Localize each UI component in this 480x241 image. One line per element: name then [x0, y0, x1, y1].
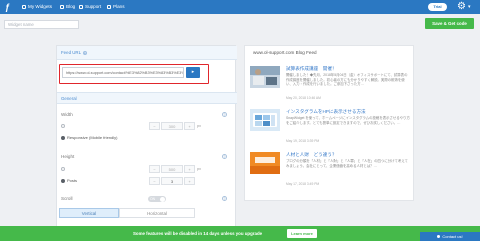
chevron-down-icon[interactable]: ▾	[468, 3, 471, 11]
posts-increment[interactable]: +	[184, 177, 195, 185]
width-manual-radio[interactable]	[61, 124, 65, 128]
height-help-icon[interactable]: ?	[222, 154, 227, 159]
feed-item-thumbnail	[250, 109, 280, 131]
width-help-icon[interactable]: ?	[222, 112, 227, 117]
width-increment[interactable]: +	[184, 122, 195, 130]
upgrade-bar: Some features will be disabled in 14 day…	[0, 226, 480, 241]
top-bar: ƒ My Widgets Blog Support Plans Trial ⚙ …	[0, 0, 480, 14]
height-value[interactable]: 500	[161, 165, 183, 173]
vertical-option[interactable]: Vertical	[59, 208, 119, 218]
posts-value[interactable]: 3	[161, 177, 183, 185]
scroll-toggle-label: ON	[150, 197, 156, 201]
height-decrement[interactable]: −	[149, 165, 160, 173]
trial-badge[interactable]: Trial	[428, 3, 447, 11]
learn-more-button[interactable]: Learn more	[287, 229, 317, 238]
posts-decrement[interactable]: −	[149, 177, 160, 185]
feed-url-heading: Feed URL	[61, 50, 81, 55]
feed-item[interactable]: 試算表作成講座 開催！ 開催しました！◆先月、2018年5月04日（金）オフィス…	[250, 66, 410, 104]
height-posts-label: Posts	[67, 178, 78, 183]
width-unit: px	[197, 124, 202, 128]
widget-name-input[interactable]: Widget name	[4, 20, 79, 29]
nav-support[interactable]: Support	[79, 0, 101, 14]
width-responsive-radio[interactable]	[61, 136, 65, 140]
width-decrement[interactable]: −	[149, 122, 160, 130]
height-unit: px	[197, 167, 202, 171]
feed-item-date: May 19, 2018 3:39 PM	[286, 139, 320, 143]
feed-item-text: ブログの分類を「人材」と「人財」と「人罪」と「人在」の四つに分けて考えてみましょ…	[286, 159, 408, 168]
gear-icon[interactable]: ⚙	[457, 1, 466, 13]
nav-support-label: Support	[85, 4, 102, 9]
save-get-code-button[interactable]: Save & Get code	[425, 18, 474, 29]
nav-plans-label: Plans	[113, 4, 125, 9]
widgets-icon	[22, 4, 26, 9]
feed-url-input[interactable]: https://www.ol-support.com/contact/%E3%8…	[62, 67, 184, 78]
contact-us-label: Contact us!	[442, 234, 463, 239]
scroll-toggle-knob	[160, 196, 165, 202]
nav-plans[interactable]: Plans	[107, 0, 125, 14]
width-label: Width	[61, 112, 73, 117]
nav-blog-label: Blog	[66, 4, 76, 9]
general-header: General	[57, 92, 237, 104]
feed-item-date: May 17, 2018 3:49 PM	[286, 182, 320, 186]
upgrade-message: Some features will be disabled in 14 day…	[133, 231, 263, 236]
scroll-toggle[interactable]: ON	[148, 196, 166, 202]
scroll-label: Scroll	[61, 196, 73, 201]
scroll-help-icon[interactable]: ?	[222, 196, 227, 201]
feed-preview: www.ol-support.com Blog Feed 試算表作成講座 開催！…	[244, 45, 414, 201]
width-value[interactable]: 300	[161, 122, 183, 130]
height-posts-radio[interactable]	[61, 179, 65, 183]
help-icon[interactable]: ?	[83, 50, 88, 55]
preview-title: www.ol-support.com Blog Feed	[253, 50, 317, 55]
feed-item-title[interactable]: 試算表作成講座 開催！	[286, 66, 337, 72]
feed-item[interactable]: 人材と人財 どう違う？ ブログの分類を「人材」と「人財」と「人罪」と「人在」の四…	[250, 152, 410, 190]
feed-item-text: SnapWidget を使って、ホームページにインスタグラムの投稿を表示させるや…	[286, 116, 410, 125]
feed-item-thumbnail	[250, 152, 280, 174]
feed-item-title[interactable]: 人材と人財 どう違う？	[286, 152, 337, 158]
chat-icon	[437, 234, 441, 238]
support-icon	[79, 4, 83, 9]
height-label: Height	[61, 154, 75, 159]
nav-blog[interactable]: Blog	[60, 0, 75, 14]
feed-url-header: Feed URL ?	[57, 46, 237, 60]
feed-item-date: May 20, 2018 10:46 AM	[286, 96, 321, 100]
app-logo-icon[interactable]: ƒ	[5, 2, 16, 12]
feed-load-button[interactable]: ▸	[186, 67, 200, 78]
feed-item-title[interactable]: インスタグラムをHPに表示させる方法	[286, 109, 366, 115]
feed-item-thumbnail	[250, 66, 280, 88]
height-manual-radio[interactable]	[61, 167, 65, 171]
feed-item[interactable]: インスタグラムをHPに表示させる方法 SnapWidget を使って、ホームペー…	[250, 109, 410, 147]
blog-icon	[60, 4, 64, 9]
nav-my-widgets-label: My Widgets	[28, 4, 52, 9]
plans-icon	[107, 4, 111, 9]
feed-item-text: 開催しました！◆先月、2018年5月04日（金）オフィスサポートにて、試算表の作…	[286, 73, 408, 87]
width-responsive-label: Responsive (Mobile friendly)	[67, 135, 118, 140]
nav-my-widgets[interactable]: My Widgets	[22, 0, 52, 14]
contact-us-button[interactable]: Contact us!	[420, 232, 480, 241]
height-increment[interactable]: +	[184, 165, 195, 173]
horizontal-option[interactable]: Horizontal	[119, 208, 195, 218]
